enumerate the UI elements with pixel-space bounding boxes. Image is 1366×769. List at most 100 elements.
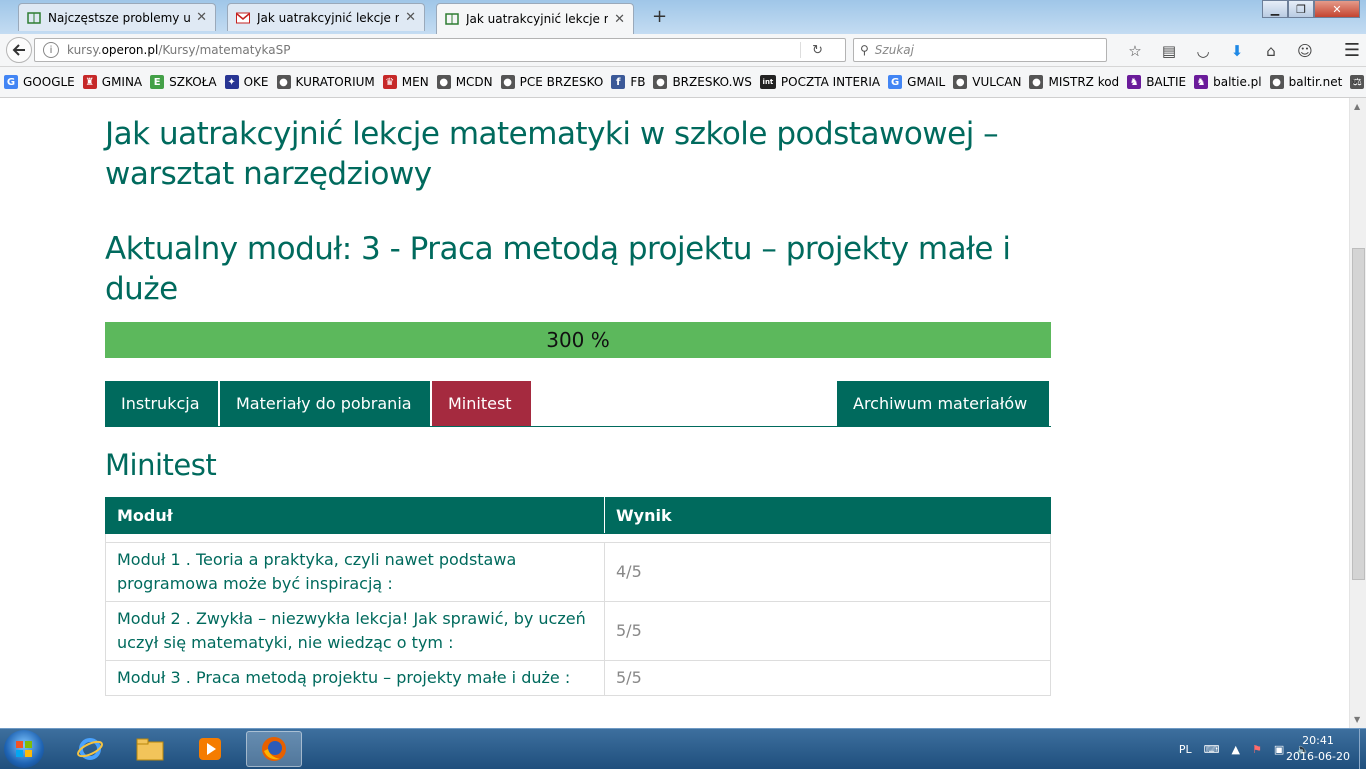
bookmark-label: VULCAN <box>972 75 1022 89</box>
file-explorer-icon[interactable] <box>122 731 178 767</box>
bookmark-item[interactable]: ♜ GMINA <box>82 75 143 89</box>
smiley-icon[interactable]: ☺ <box>1288 42 1322 60</box>
progress-bar: 300 % <box>105 322 1051 358</box>
tab-label: Jak uatrakcyjnić lekcje mat... <box>257 10 399 25</box>
gmail-icon <box>236 12 250 24</box>
bookmark-item[interactable]: f FB <box>611 75 645 89</box>
book-icon <box>445 13 459 25</box>
table-row: Moduł 1 . Teoria a praktyka, czyli nawet… <box>105 542 1051 602</box>
minimize-icon[interactable]: ▁ <box>1262 0 1288 18</box>
new-tab-icon[interactable]: + <box>652 6 667 27</box>
show-desktop-button[interactable] <box>1359 729 1366 769</box>
google-icon: G <box>4 75 18 89</box>
bookmark-item[interactable]: ● VULCAN <box>953 75 1021 89</box>
bookmark-label: MEN <box>401 75 429 89</box>
bookmark-label: GMINA <box>101 75 143 89</box>
progress-label: 300 % <box>546 328 610 352</box>
bookmark-star-icon[interactable]: ☆ <box>1118 42 1152 60</box>
address-bar[interactable]: i kursy. operon.pl/Kursy/matematykaSP ↻ <box>34 38 846 62</box>
globe-icon: ● <box>276 75 291 89</box>
search-input[interactable]: ⚲ Szukaj <box>853 38 1107 62</box>
tab-minitest[interactable]: Minitest <box>432 381 531 426</box>
bookmark-label: OKE <box>243 75 269 89</box>
info-icon[interactable]: i <box>43 42 59 58</box>
url-path: /Kursy/matematykaSP <box>158 43 291 57</box>
language-indicator[interactable]: PL <box>1179 743 1192 756</box>
toolbar-icons: ☆ ▤ ◡ ⬇ ⌂ ☺ <box>1118 42 1322 60</box>
content-tabs: Instrukcja Materiały do pobrania Minites… <box>105 381 1051 427</box>
home-icon[interactable]: ⌂ <box>1254 42 1288 60</box>
download-icon[interactable]: ⬇ <box>1220 42 1254 60</box>
bookmark-item[interactable]: ♞ BALTIE <box>1127 75 1186 89</box>
page-content: Jak uatrakcyjnić lekcje matematyki w szk… <box>0 98 1350 728</box>
url-domain: operon.pl <box>101 43 159 57</box>
tab-archiwum-materialow[interactable]: Archiwum materiałów <box>837 381 1049 426</box>
shield-icon: ♜ <box>82 75 97 89</box>
tray-expand-icon[interactable]: ▲ <box>1232 743 1240 756</box>
minitest-table: Moduł Wynik Moduł 1 . Teoria a praktyka,… <box>105 497 1051 696</box>
taskbar: PL ⌨ ▲ ⚑ ▣ 🔈 20:41 2016-06-20 <box>0 728 1366 769</box>
bookmark-item[interactable]: int POCZTA INTERIA <box>759 75 881 89</box>
close-icon[interactable]: ✕ <box>405 10 416 25</box>
windows-start-icon[interactable] <box>4 730 44 768</box>
globe-icon: ● <box>1029 75 1044 89</box>
tab-label: Jak uatrakcyjnić lekcje mat... <box>466 12 608 26</box>
browser-tab-1[interactable]: Najczęstsze problemy uczn... ✕ <box>18 3 216 31</box>
scroll-up-icon[interactable]: ▲ <box>1354 102 1360 111</box>
interia-icon: int <box>759 75 776 89</box>
back-arrow-icon[interactable] <box>6 37 32 63</box>
clock[interactable]: 20:41 2016-06-20 <box>1278 733 1358 765</box>
bookmark-item[interactable]: ● MISTRZ kod <box>1029 75 1119 89</box>
media-player-icon[interactable] <box>182 731 238 767</box>
bookmark-label: SZKOŁA <box>169 75 217 89</box>
window-close-icon[interactable]: ✕ <box>1314 0 1360 18</box>
action-center-icon[interactable]: ⚑ <box>1252 743 1262 756</box>
maximize-icon[interactable]: ❐ <box>1288 0 1314 18</box>
firefox-icon[interactable] <box>246 731 302 767</box>
bookmark-label: KURATORIUM <box>295 75 375 89</box>
window-controls: ▁ ❐ ✕ <box>1262 0 1360 18</box>
keyboard-icon[interactable]: ⌨ <box>1204 743 1220 756</box>
module-cell: Moduł 3 . Praca metodą projektu – projek… <box>105 660 605 696</box>
reload-icon[interactable]: ↻ <box>812 43 823 58</box>
bookmark-label: MISTRZ kod <box>1048 75 1120 89</box>
hamburger-menu-icon[interactable]: ☰ <box>1344 40 1360 61</box>
bookmarks-toolbar: G GOOGLE ♜ GMINA E SZKOŁA ✦ OKE ● KURATORIUM ♛ MEN ●… <box>0 67 1366 98</box>
bookmark-item[interactable]: ● PCE BRZESKO <box>500 75 604 89</box>
bookmark-item[interactable]: ● KURATORIUM <box>276 75 375 89</box>
internet-explorer-icon[interactable] <box>62 731 118 767</box>
bookmark-item[interactable]: ● MCDN <box>436 75 493 89</box>
bookmark-item[interactable]: ● baltir.net <box>1269 75 1342 89</box>
bookmark-item[interactable]: G GMAIL <box>888 75 945 89</box>
bookmark-item[interactable]: E SZKOŁA <box>150 75 217 89</box>
wizard-icon: ♞ <box>1194 75 1209 89</box>
bookmark-item[interactable]: ✦ OKE <box>224 75 269 89</box>
bookmark-label: baltie.pl <box>1213 75 1262 89</box>
close-icon[interactable]: ✕ <box>614 12 625 27</box>
table-spacer <box>105 533 1051 543</box>
wizard-icon: ♞ <box>1127 75 1142 89</box>
reading-list-icon[interactable]: ▤ <box>1152 42 1186 60</box>
facebook-icon: f <box>611 75 626 89</box>
tab-materialy-do-pobrania[interactable]: Materiały do pobrania <box>220 381 430 426</box>
bookmark-label: PCE BRZESKO <box>519 75 604 89</box>
section-title: Minitest <box>105 448 217 482</box>
bookmark-label: BRZESKO.WS <box>672 75 752 89</box>
close-icon[interactable]: ✕ <box>196 10 207 25</box>
bookmark-item[interactable]: ● BRZESKO.WS <box>653 75 752 89</box>
bookmark-item[interactable]: ♞ baltie.pl <box>1194 75 1262 89</box>
browser-tab-2[interactable]: Jak uatrakcyjnić lekcje mat... ✕ <box>227 3 425 31</box>
vertical-scrollbar[interactable]: ▲ ▼ <box>1349 98 1366 728</box>
bookmark-label: POCZTA INTERIA <box>780 75 881 89</box>
pocket-icon[interactable]: ◡ <box>1186 42 1220 60</box>
scroll-down-icon[interactable]: ▼ <box>1354 715 1360 724</box>
clock-time: 20:41 <box>1302 734 1334 747</box>
bookmark-item[interactable]: ♛ MEN <box>382 75 429 89</box>
bookmark-item[interactable]: G GOOGLE <box>4 75 75 89</box>
table-row: Moduł 3 . Praca metodą projektu – projek… <box>105 660 1051 696</box>
scrollbar-thumb[interactable] <box>1352 248 1365 580</box>
bookmarks-overflow-icon[interactable]: » <box>1351 75 1358 88</box>
module-cell: Moduł 1 . Teoria a praktyka, czyli nawet… <box>105 542 605 602</box>
tab-instrukcja[interactable]: Instrukcja <box>105 381 218 426</box>
browser-tab-3[interactable]: Jak uatrakcyjnić lekcje mat... ✕ <box>436 3 634 34</box>
